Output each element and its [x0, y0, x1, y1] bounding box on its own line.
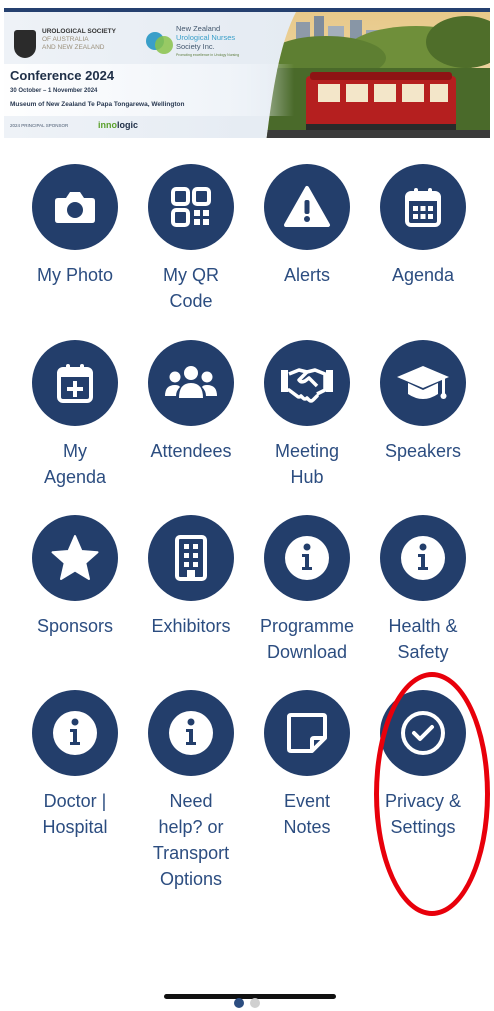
society-name-line2: OF AUSTRALIA — [42, 36, 89, 43]
home-indicator-bar[interactable] — [164, 994, 336, 999]
info-icon — [148, 690, 234, 776]
tile-label: Meeting Hub — [274, 441, 340, 487]
calendar-icon — [380, 164, 466, 250]
tile-label: My Agenda — [43, 441, 107, 487]
tile-speakers[interactable]: Speakers — [365, 340, 481, 464]
tile-label: Programme Download — [259, 616, 355, 662]
tile-attendees[interactable]: Attendees — [133, 340, 249, 464]
users-icon — [148, 340, 234, 426]
camera-icon — [32, 164, 118, 250]
info-icon — [380, 515, 466, 601]
cable-car-photo — [266, 12, 490, 138]
tile-label: Doctor | Hospital — [42, 791, 108, 837]
conference-title: Conference 2024 — [10, 68, 115, 83]
sponsor-name-a: inno — [98, 120, 117, 130]
tile-event-notes[interactable]: Event Notes — [249, 690, 365, 840]
tile-my-photo[interactable]: My Photo — [17, 164, 133, 288]
society-name: UROLOGICAL SOCIETY OF AUSTRALIA AND NEW … — [42, 28, 116, 52]
nz-name-line2: Urological Nurses — [176, 33, 236, 42]
conference-venue: Museum of New Zealand Te Papa Tongarewa,… — [10, 101, 185, 108]
handshake-icon — [264, 340, 350, 426]
society-name-line3: AND NEW ZEALAND — [42, 44, 105, 51]
check-circle-icon — [380, 690, 466, 776]
star-icon — [32, 515, 118, 601]
tile-my-qr-code[interactable]: My QR Code — [133, 164, 249, 314]
tile-label: Speakers — [384, 441, 462, 461]
tile-label: Exhibitors — [151, 616, 231, 636]
nz-name-line3: Society Inc. — [176, 42, 215, 51]
tile-sponsors[interactable]: Sponsors — [17, 515, 133, 639]
nz-nurses-name: New Zealand Urological Nurses Society In… — [176, 24, 239, 60]
society-crest-logo — [14, 30, 36, 58]
sponsor-name-b: logic — [117, 120, 139, 130]
sponsor-logo: innologic — [98, 120, 138, 130]
tile-my-agenda[interactable]: My Agenda — [17, 340, 133, 490]
tile-label: Health & Safety — [388, 616, 458, 662]
info-icon — [264, 515, 350, 601]
alert-triangle-icon — [264, 164, 350, 250]
calendar-plus-icon — [32, 340, 118, 426]
page-dot-inactive — [250, 998, 260, 1008]
tile-privacy-settings[interactable]: Privacy & Settings — [365, 690, 481, 840]
graduation-cap-icon — [380, 340, 466, 426]
tile-alerts[interactable]: Alerts — [249, 164, 365, 288]
qr-code-icon — [148, 164, 234, 250]
nz-name-line1: New Zealand — [176, 24, 221, 33]
conference-banner: UROLOGICAL SOCIETY OF AUSTRALIA AND NEW … — [4, 8, 490, 138]
tile-exhibitors[interactable]: Exhibitors — [133, 515, 249, 639]
conference-dates: 30 October – 1 November 2024 — [10, 88, 98, 94]
tile-health-safety[interactable]: Health & Safety — [365, 515, 481, 665]
society-name-line1: UROLOGICAL SOCIETY — [42, 28, 116, 35]
nz-nurses-logo — [146, 30, 174, 56]
tile-label: Sponsors — [36, 616, 114, 636]
tile-label: Privacy & Settings — [384, 791, 462, 837]
tile-label: Event Notes — [283, 791, 331, 837]
info-icon — [32, 690, 118, 776]
tile-doctor-hospital[interactable]: Doctor | Hospital — [17, 690, 133, 840]
tile-label: Agenda — [391, 265, 455, 285]
sponsor-label: 2024 PRINCIPAL SPONSOR — [10, 123, 69, 128]
tile-programme-download[interactable]: Programme Download — [249, 515, 365, 665]
building-icon — [148, 515, 234, 601]
nz-tagline: Promoting excellence in Urology Nursing — [176, 53, 240, 57]
tile-label: Alerts — [283, 265, 330, 285]
sticky-note-icon — [264, 690, 350, 776]
tile-label: My Photo — [36, 265, 114, 285]
tile-label: Need help? or Transport Options — [152, 791, 230, 889]
tile-label: Attendees — [150, 441, 232, 461]
page-dot-active — [234, 998, 244, 1008]
tile-meeting-hub[interactable]: Meeting Hub — [249, 340, 365, 490]
tile-need-help-transport[interactable]: Need help? or Transport Options — [133, 690, 249, 892]
tile-agenda[interactable]: Agenda — [365, 164, 481, 288]
tile-label: My QR Code — [163, 265, 219, 311]
